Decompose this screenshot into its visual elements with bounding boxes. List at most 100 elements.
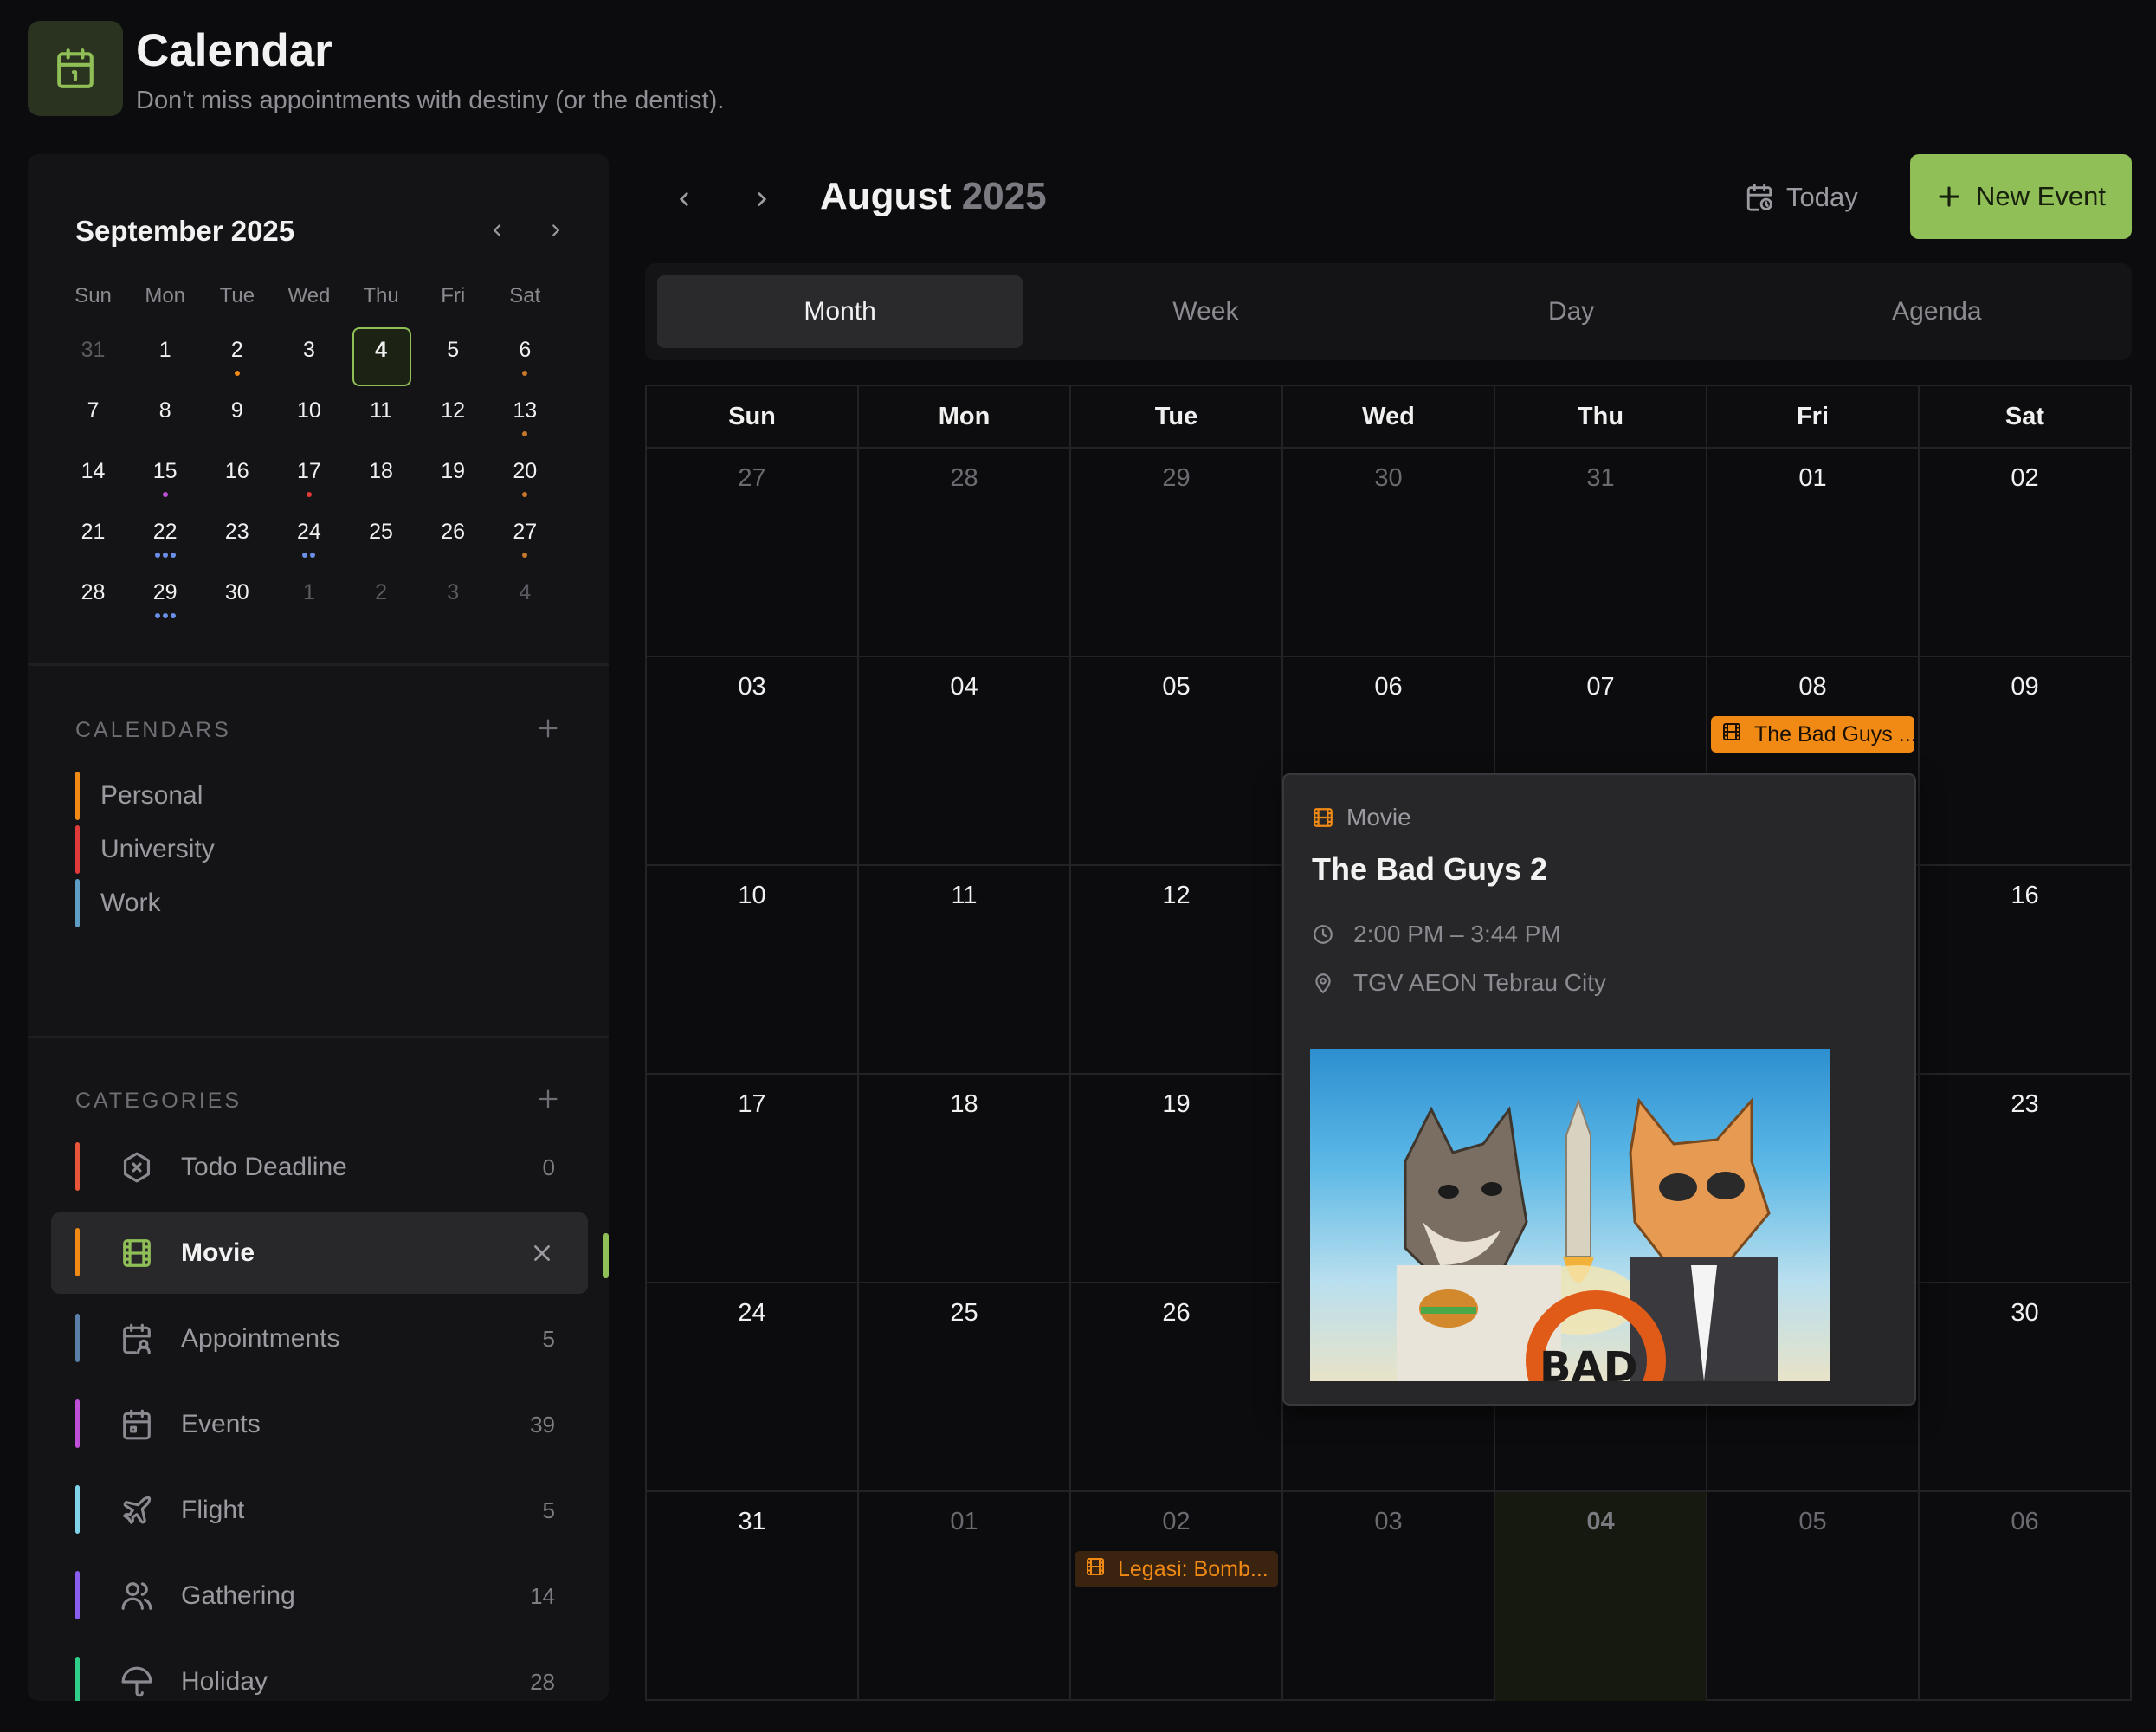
mini-day[interactable]: 30 <box>201 570 273 630</box>
mini-next-month-button[interactable] <box>537 211 575 249</box>
next-month-button[interactable] <box>736 173 788 225</box>
mini-day[interactable]: 17 <box>273 449 345 509</box>
mini-prev-month-button[interactable] <box>478 211 516 249</box>
mini-day-today[interactable]: 4 <box>345 327 417 388</box>
day-cell[interactable]: 04 <box>859 657 1071 864</box>
tab-month[interactable]: Month <box>657 275 1023 348</box>
mini-day[interactable]: 7 <box>57 388 129 449</box>
mini-day[interactable]: 21 <box>57 509 129 570</box>
mini-day[interactable]: 6 <box>489 327 561 388</box>
day-cell[interactable]: 29 <box>1071 449 1283 656</box>
day-cell[interactable]: 27 <box>647 449 859 656</box>
mini-day[interactable]: 19 <box>417 449 489 509</box>
mini-day[interactable]: 1 <box>129 327 201 388</box>
mini-day[interactable]: 27 <box>489 509 561 570</box>
day-cell[interactable]: 31 <box>647 1492 859 1701</box>
event-popover: Movie The Bad Guys 2 2:00 PM – 3:44 PM T… <box>1282 773 1916 1406</box>
mini-day[interactable]: 23 <box>201 509 273 570</box>
day-number: 05 <box>1798 1508 1827 1535</box>
day-cell[interactable]: 30 <box>1283 449 1495 656</box>
today-button[interactable]: Today <box>1745 171 1858 223</box>
calendar-item-work[interactable]: Work <box>75 879 160 927</box>
mini-weekday-label: Thu <box>363 284 399 307</box>
calendar-item-university[interactable]: University <box>75 825 215 874</box>
mini-day-number: 12 <box>441 398 466 423</box>
add-calendar-button[interactable] <box>531 711 565 746</box>
day-cell[interactable]: 23 <box>1920 1075 2130 1282</box>
day-cell[interactable]: 30 <box>1920 1283 2130 1490</box>
mini-day[interactable]: 1 <box>273 570 345 630</box>
day-cell[interactable]: 10 <box>647 866 859 1073</box>
mini-day[interactable]: 22 <box>129 509 201 570</box>
event-chip[interactable]: Legasi: Bomb... <box>1075 1551 1278 1587</box>
day-cell[interactable]: 05 <box>1071 657 1283 864</box>
day-cell[interactable]: 09 <box>1920 657 2130 864</box>
tab-week[interactable]: Week <box>1023 275 1388 348</box>
calendar-item-personal[interactable]: Personal <box>75 772 203 820</box>
clear-category-filter-button[interactable] <box>526 1237 558 1270</box>
popover-location-text: TGV AEON Tebrau City <box>1353 969 1607 996</box>
mini-day[interactable]: 24 <box>273 509 345 570</box>
mini-day[interactable]: 18 <box>345 449 417 509</box>
weekday-label: Mon <box>859 386 1071 447</box>
mini-day[interactable]: 14 <box>57 449 129 509</box>
mini-day[interactable]: 12 <box>417 388 489 449</box>
event-chip[interactable]: The Bad Guys ... <box>1711 716 1914 753</box>
mini-day[interactable]: 4 <box>489 570 561 630</box>
day-cell-today[interactable]: 04 <box>1495 1492 1707 1701</box>
mini-day[interactable]: 3 <box>417 570 489 630</box>
mini-day[interactable]: 8 <box>129 388 201 449</box>
new-event-button[interactable]: New Event <box>1910 154 2132 239</box>
category-item-movie[interactable]: Movie <box>51 1212 588 1294</box>
mini-day[interactable]: 31 <box>57 327 129 388</box>
mini-day[interactable]: 15 <box>129 449 201 509</box>
day-cell[interactable]: 06 <box>1920 1492 2130 1701</box>
tab-agenda[interactable]: Agenda <box>1754 275 2120 348</box>
mini-day[interactable]: 11 <box>345 388 417 449</box>
day-cell[interactable]: 17 <box>647 1075 859 1282</box>
category-item-events[interactable]: Events 39 <box>51 1384 588 1465</box>
day-cell[interactable]: 02 Legasi: Bomb... <box>1071 1492 1283 1701</box>
day-cell[interactable]: 16 <box>1920 866 2130 1073</box>
mini-day[interactable]: 3 <box>273 327 345 388</box>
add-category-button[interactable] <box>531 1082 565 1116</box>
mini-day[interactable]: 20 <box>489 449 561 509</box>
mini-day[interactable]: 13 <box>489 388 561 449</box>
mini-day[interactable]: 25 <box>345 509 417 570</box>
mini-day[interactable]: 16 <box>201 449 273 509</box>
day-cell[interactable]: 03 <box>647 657 859 864</box>
day-cell[interactable]: 02 <box>1920 449 2130 656</box>
day-cell[interactable]: 12 <box>1071 866 1283 1073</box>
mini-day-number: 24 <box>297 520 321 544</box>
mini-day[interactable]: 10 <box>273 388 345 449</box>
prev-month-button[interactable] <box>658 173 710 225</box>
category-item-flight[interactable]: Flight 5 <box>51 1470 588 1551</box>
event-chip-title: Legasi: Bomb... <box>1118 1556 1268 1581</box>
tab-day[interactable]: Day <box>1389 275 1754 348</box>
mini-day[interactable]: 28 <box>57 570 129 630</box>
day-cell[interactable]: 26 <box>1071 1283 1283 1490</box>
mini-day[interactable]: 26 <box>417 509 489 570</box>
mini-day[interactable]: 2 <box>345 570 417 630</box>
day-cell[interactable]: 05 <box>1707 1492 1920 1701</box>
day-cell[interactable]: 11 <box>859 866 1071 1073</box>
category-item-gathering[interactable]: Gathering 14 <box>51 1555 588 1637</box>
event-dot <box>154 613 160 618</box>
day-cell[interactable]: 18 <box>859 1075 1071 1282</box>
day-cell[interactable]: 03 <box>1283 1492 1495 1701</box>
category-item-appointments[interactable]: Appointments 5 <box>51 1298 588 1380</box>
category-item-holiday[interactable]: Holiday 28 <box>51 1641 588 1701</box>
mini-day[interactable]: 2 <box>201 327 273 388</box>
day-cell[interactable]: 01 <box>1707 449 1920 656</box>
day-cell[interactable]: 28 <box>859 449 1071 656</box>
mini-day[interactable]: 9 <box>201 388 273 449</box>
mini-day[interactable]: 5 <box>417 327 489 388</box>
category-item-todo-deadline[interactable]: Todo Deadline 0 <box>51 1127 588 1208</box>
day-cell[interactable]: 24 <box>647 1283 859 1490</box>
day-cell[interactable]: 19 <box>1071 1075 1283 1282</box>
mini-day[interactable]: 29 <box>129 570 201 630</box>
hexagon-x-icon <box>120 1151 153 1184</box>
day-cell[interactable]: 01 <box>859 1492 1071 1701</box>
day-cell[interactable]: 25 <box>859 1283 1071 1490</box>
day-cell[interactable]: 31 <box>1495 449 1707 656</box>
